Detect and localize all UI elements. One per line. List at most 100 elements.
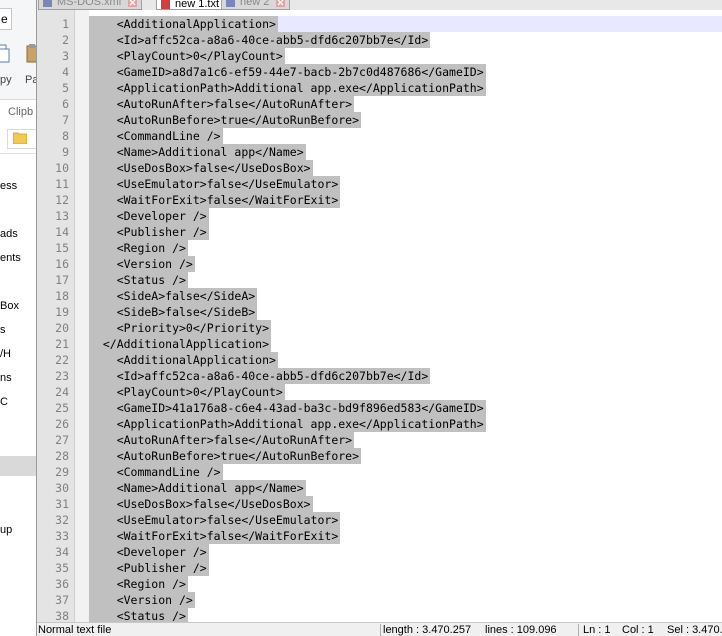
line-number: 10 (55, 161, 69, 175)
code-text: <SideA>false</SideA> (89, 288, 258, 304)
code-line[interactable]: 5 <ApplicationPath>Additional app.exe</A… (37, 80, 722, 96)
code-text: <PlayCount>0</PlayCount> (89, 384, 285, 400)
code-line[interactable]: 22 <AdditionalApplication> (37, 352, 722, 368)
line-number: 4 (62, 65, 69, 79)
code-line[interactable]: 32 <UseEmulator>false</UseEmulator> (37, 512, 722, 528)
code-text: <SideB>false</SideB> (89, 304, 258, 320)
text-editor[interactable]: 1 <AdditionalApplication> 2 <Id>affc52ca-… (37, 10, 722, 622)
code-line[interactable]: 29 <CommandLine /> (37, 464, 722, 480)
nav-item[interactable]: Box (0, 300, 19, 312)
code-line[interactable]: 8 <CommandLine /> (37, 128, 722, 144)
code-line[interactable]: 1 <AdditionalApplication> (37, 16, 722, 32)
nav-item[interactable]: up (0, 524, 12, 536)
nav-item[interactable]: C (0, 396, 8, 408)
line-number: 18 (55, 289, 69, 303)
line-number: 6 (62, 97, 69, 111)
code-text: <Name>Additional app</Name> (89, 144, 306, 160)
tab-new-2[interactable]: new 2 (221, 0, 291, 10)
code-line[interactable]: 25 <GameID>41a176a8-c6e4-43ad-ba3c-bd9f8… (37, 400, 722, 416)
code-line[interactable]: 17 <Status /> (37, 272, 722, 288)
line-number: 26 (55, 417, 69, 431)
code-text: <ApplicationPath>Additional app.exe</App… (89, 416, 486, 432)
code-text: <GameID>a8d7a1c6-ef59-44e7-bacb-2b7c0d48… (89, 64, 486, 80)
code-line[interactable]: 4 <GameID>a8d7a1c6-ef59-44e7-bacb-2b7c0d… (37, 64, 722, 80)
code-line[interactable]: 15 <Region /> (37, 240, 722, 256)
file-saved-icon (43, 0, 52, 7)
tab-ms-dos-xml[interactable]: MS-DOS.xml (38, 0, 143, 10)
code-line[interactable]: 31 <UseDosBox>false</UseDosBox> (37, 496, 722, 512)
code-line[interactable]: 3 <PlayCount>0</PlayCount> (37, 48, 722, 64)
code-line[interactable]: 18 <SideA>false</SideA> (37, 288, 722, 304)
code-line[interactable]: 34 <Developer /> (37, 544, 722, 560)
code-line[interactable]: 23 <Id>affc52ca-a8a6-40ce-abb5-dfd6c207b… (37, 368, 722, 384)
close-icon[interactable] (276, 0, 286, 7)
status-lines: lines : 109.096 (485, 624, 557, 636)
line-number: 14 (55, 225, 69, 239)
line-number: 13 (55, 209, 69, 223)
tab-label: MS-DOS.xml (57, 0, 122, 8)
ribbon-tab-home[interactable]: e (0, 8, 12, 30)
code-line[interactable]: 36 <Region /> (37, 576, 722, 592)
code-text: <UseDosBox>false</UseDosBox> (89, 160, 313, 176)
code-text: <Status /> (89, 608, 188, 622)
code-line[interactable]: 30 <Name>Additional app</Name> (37, 480, 722, 496)
nav-item-selected[interactable] (0, 456, 37, 476)
nav-item[interactable]: ns (0, 372, 12, 384)
status-file-type: Normal text file (38, 624, 112, 636)
file-saved-icon (226, 0, 235, 7)
code-line[interactable]: 19 <SideB>false</SideB> (37, 304, 722, 320)
nav-item[interactable]: ents (0, 252, 21, 264)
code-text: <Id>affc52ca-a8a6-40ce-abb5-dfd6c207bb7e… (89, 32, 431, 48)
code-text: <Version /> (89, 592, 195, 608)
code-line[interactable]: 24 <PlayCount>0</PlayCount> (37, 384, 722, 400)
status-length: length : 3.470.257 (383, 624, 472, 636)
line-number: 23 (55, 369, 69, 383)
code-line[interactable]: 33 <WaitForExit>false</WaitForExit> (37, 528, 722, 544)
code-text: <Region /> (89, 240, 188, 256)
code-line[interactable]: 16 <Version /> (37, 256, 722, 272)
line-number: 37 (55, 593, 69, 607)
close-icon[interactable] (128, 0, 138, 7)
code-line[interactable]: 6 <AutoRunAfter>false</AutoRunAfter> (37, 96, 722, 112)
line-number: 15 (55, 241, 69, 255)
line-number: 12 (55, 193, 69, 207)
code-text: <UseEmulator>false</UseEmulator> (89, 512, 341, 528)
line-number: 5 (62, 81, 69, 95)
code-line[interactable]: 38 <Status /> (37, 608, 722, 622)
clipboard-group-label: Clipb (8, 106, 34, 118)
code-line[interactable]: 27 <AutoRunAfter>false</AutoRunAfter> (37, 432, 722, 448)
line-number: 35 (55, 561, 69, 575)
code-line[interactable]: 28 <AutoRunBefore>true</AutoRunBefore> (37, 448, 722, 464)
nav-item[interactable]: ess (0, 180, 17, 192)
copy-icon[interactable] (0, 44, 10, 66)
code-line[interactable]: 12 <WaitForExit>false</WaitForExit> (37, 192, 722, 208)
code-text: <PlayCount>0</PlayCount> (89, 48, 285, 64)
code-line[interactable]: 14 <Publisher /> (37, 224, 722, 240)
nav-item[interactable]: /H (0, 348, 11, 360)
code-text: <WaitForExit>false</WaitForExit> (89, 192, 341, 208)
code-line[interactable]: 2 <Id>affc52ca-a8a6-40ce-abb5-dfd6c207bb… (37, 32, 722, 48)
nav-item[interactable]: ads (0, 228, 18, 240)
line-number: 25 (55, 401, 69, 415)
line-number: 11 (55, 177, 69, 191)
code-text: <ApplicationPath>Additional app.exe</App… (89, 80, 486, 96)
code-line[interactable]: 26 <ApplicationPath>Additional app.exe</… (37, 416, 722, 432)
code-line[interactable]: 9 <Name>Additional app</Name> (37, 144, 722, 160)
code-text: <CommandLine /> (89, 464, 223, 480)
status-selection: Sel : 3.470. (667, 624, 722, 636)
line-number: 27 (55, 433, 69, 447)
code-line[interactable]: 21 </AdditionalApplication> (37, 336, 722, 352)
code-text: <Publisher /> (89, 560, 209, 576)
code-line[interactable]: 7 <AutoRunBefore>true</AutoRunBefore> (37, 112, 722, 128)
code-text: <Developer /> (89, 208, 209, 224)
line-number: 36 (55, 577, 69, 591)
code-line[interactable]: 10 <UseDosBox>false</UseDosBox> (37, 160, 722, 176)
code-line[interactable]: 35 <Publisher /> (37, 560, 722, 576)
code-line[interactable]: 37 <Version /> (37, 592, 722, 608)
code-line[interactable]: 20 <Priority>0</Priority> (37, 320, 722, 336)
code-text: <Priority>0</Priority> (89, 320, 272, 336)
line-number: 19 (55, 305, 69, 319)
nav-item[interactable]: s (0, 324, 6, 336)
code-line[interactable]: 13 <Developer /> (37, 208, 722, 224)
code-line[interactable]: 11 <UseEmulator>false</UseEmulator> (37, 176, 722, 192)
